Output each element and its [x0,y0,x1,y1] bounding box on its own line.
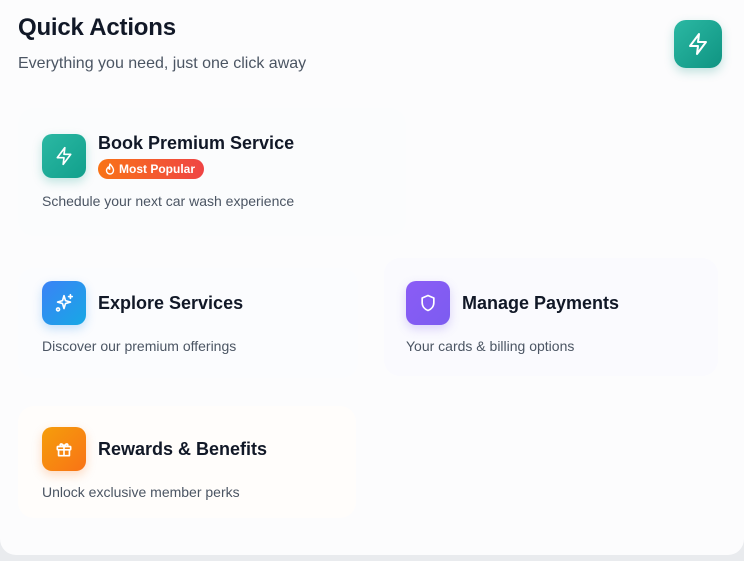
sparkles-icon [42,281,86,325]
card-description: Discover our premium offerings [42,338,237,354]
flame-icon [105,163,115,175]
lightning-icon [42,134,86,178]
gift-icon [42,427,86,471]
manage-payments-card[interactable]: Manage Payments Your cards & billing opt… [384,258,718,376]
page-title: Quick Actions [18,14,176,41]
card-title: Rewards & Benefits [98,439,268,459]
page-subtitle: Everything you need, just one click away [18,55,307,72]
card-title: Book Premium Service [98,133,295,153]
badge-label: Most Popular [119,162,196,176]
card-title: Manage Payments [462,293,620,313]
explore-services-card[interactable]: Explore Services Discover our premium of… [18,268,358,378]
card-title: Explore Services [98,293,244,313]
card-description: Unlock exclusive member perks [42,484,240,500]
shield-icon [406,281,450,325]
book-premium-service-card[interactable]: Book Premium Service Most Popular Schedu… [18,108,406,236]
quick-actions-panel: Quick Actions Everything you need, just … [0,0,744,555]
most-popular-badge: Most Popular [98,159,205,179]
lightning-icon[interactable] [674,20,722,68]
card-description: Schedule your next car wash experience [42,193,295,209]
rewards-benefits-card[interactable]: Rewards & Benefits Unlock exclusive memb… [18,406,356,518]
card-description: Your cards & billing options [406,338,575,354]
